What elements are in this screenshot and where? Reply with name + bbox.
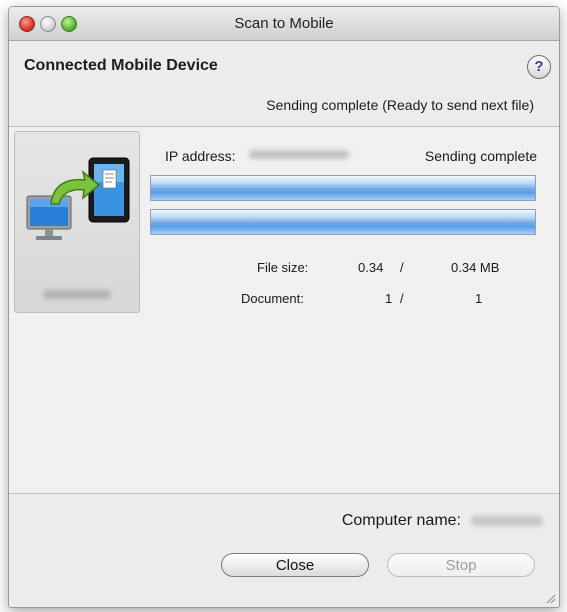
device-panel: IP address: Sending complete File size: …	[9, 126, 559, 494]
ip-address-label: IP address:	[165, 148, 236, 164]
title-bar[interactable]: Scan to Mobile	[9, 7, 559, 41]
scan-to-mobile-window: Scan to Mobile Connected Mobile Device ?…	[8, 6, 560, 608]
document-label: Document:	[241, 291, 304, 306]
device-tile[interactable]	[14, 131, 140, 313]
file-size-sent: 0.34	[358, 260, 384, 275]
sending-status: Sending complete	[424, 148, 537, 164]
file-size-label: File size:	[257, 260, 309, 275]
file-progress-fill	[151, 176, 535, 200]
connected-device-heading: Connected Mobile Device	[24, 57, 218, 74]
stop-button[interactable]: Stop	[387, 553, 535, 577]
help-icon[interactable]: ?	[527, 55, 551, 79]
total-progress-fill	[151, 210, 535, 234]
document-separator: /	[400, 291, 404, 306]
file-size-total: 0.34 MB	[451, 260, 500, 275]
ip-address-redacted	[249, 150, 349, 159]
device-name-redacted	[43, 290, 111, 299]
total-progress-bar	[150, 209, 536, 235]
computer-to-tablet-icon	[26, 157, 130, 240]
document-total: 1	[475, 291, 483, 306]
close-button[interactable]: Close	[221, 553, 369, 577]
computer-name-redacted	[471, 516, 543, 526]
document-sent: 1	[385, 291, 393, 306]
file-progress-bar	[150, 175, 536, 201]
file-size-separator: /	[400, 260, 404, 275]
window-title: Scan to Mobile	[234, 15, 334, 32]
computer-name-label: Computer name:	[341, 512, 461, 529]
status-message: Sending complete (Ready to send next fil…	[266, 97, 534, 113]
resize-grip-icon[interactable]	[544, 592, 556, 604]
